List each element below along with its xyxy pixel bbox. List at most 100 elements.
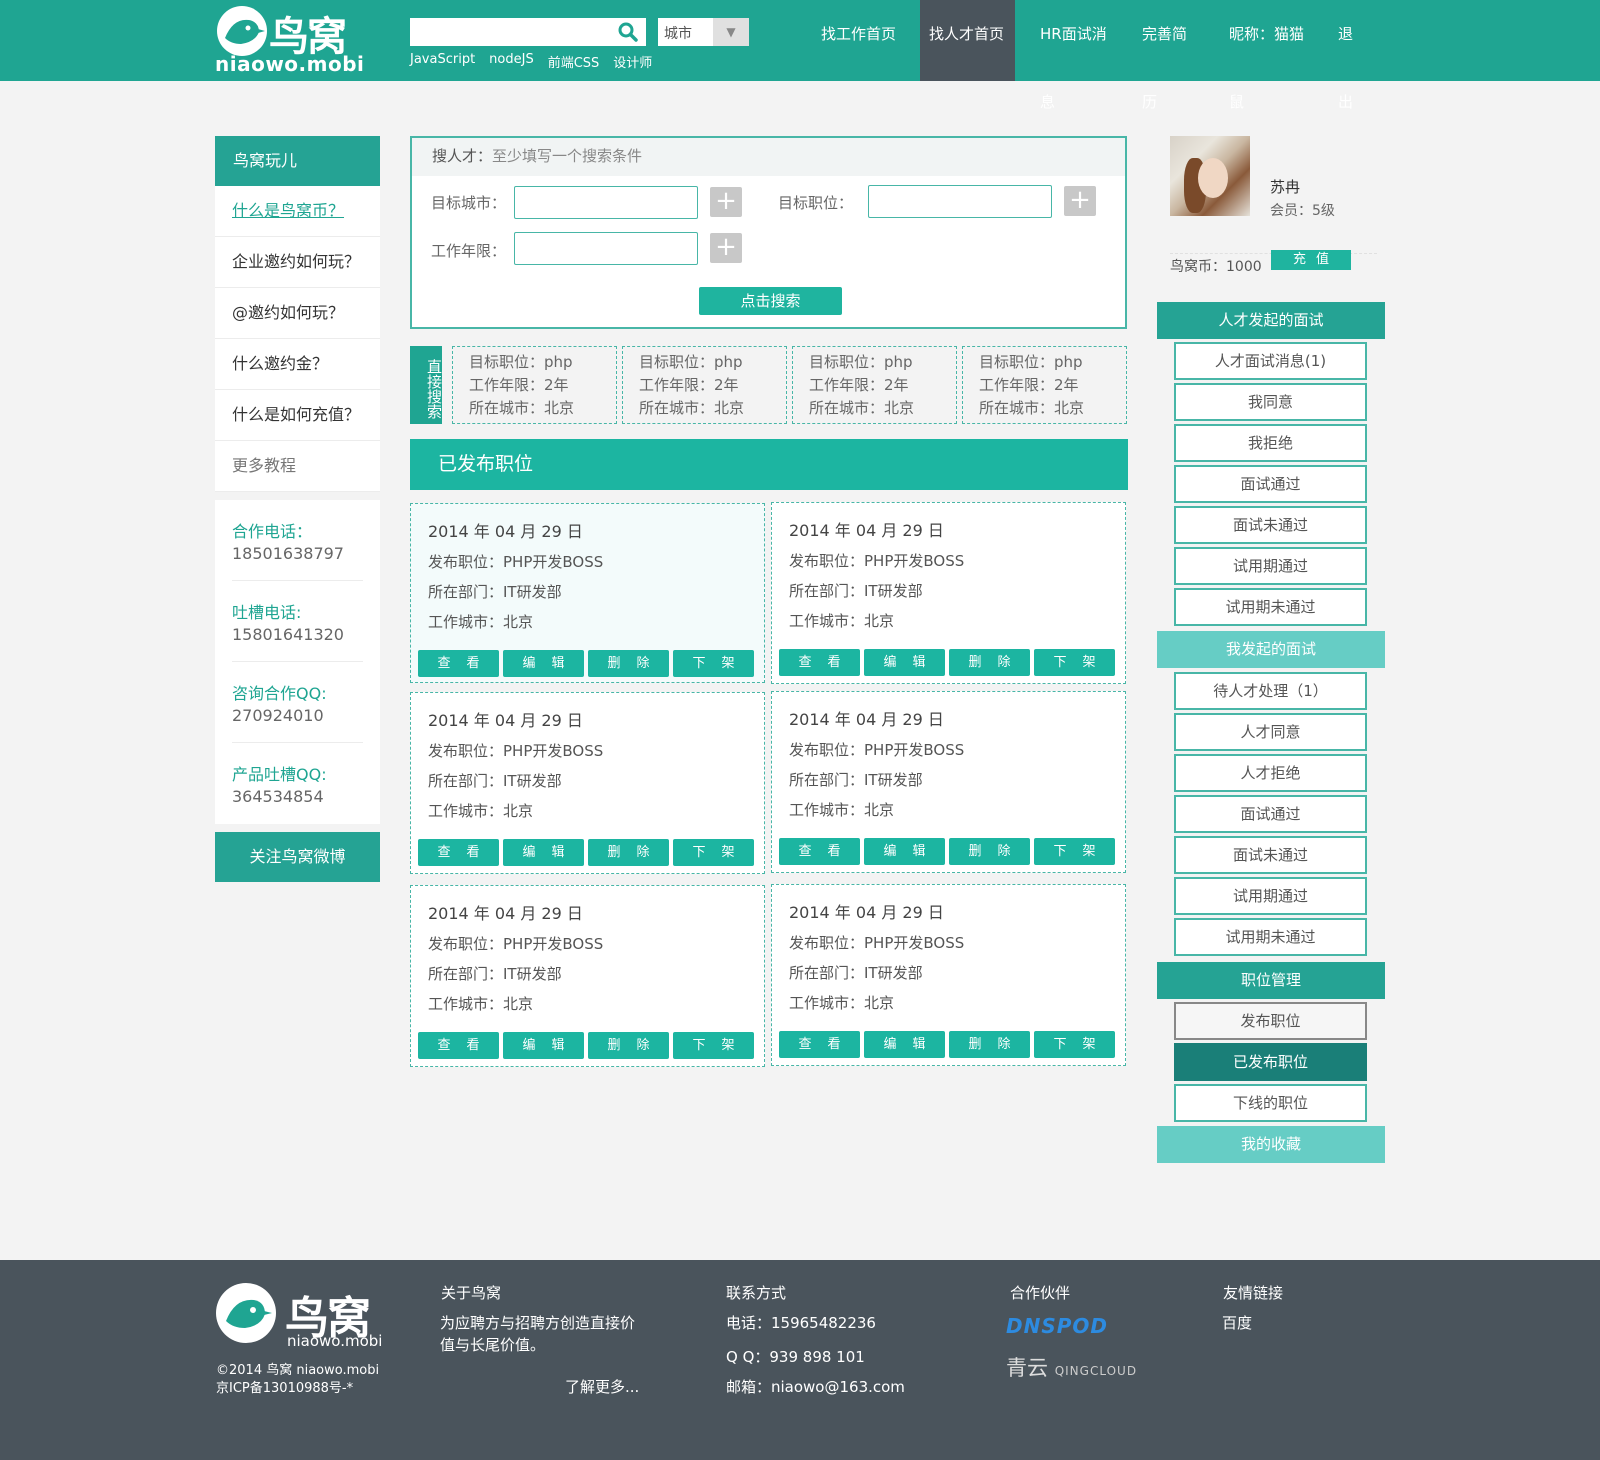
direct-years: 工作年限：2年: [979, 376, 1079, 394]
hot-tag[interactable]: 设计师: [613, 52, 652, 71]
menu-item[interactable]: 试用期通过: [1174, 547, 1367, 585]
edit-button[interactable]: 编辑: [503, 1032, 584, 1059]
menu-item[interactable]: 发布职位: [1174, 1002, 1367, 1040]
direct-search-card[interactable]: 目标职位：php 工作年限：2年 所在城市：北京: [452, 346, 617, 424]
footer-logo[interactable]: 鸟窝 niaowo.mobi: [215, 1282, 382, 1352]
menu-item[interactable]: 我同意: [1174, 383, 1367, 421]
add-years-button[interactable]: +: [710, 233, 742, 263]
tutorial-link[interactable]: 什么邀约金？: [215, 339, 380, 390]
target-city-input[interactable]: [514, 186, 698, 219]
edit-button[interactable]: 编辑: [864, 838, 945, 865]
nav-nickname[interactable]: 昵称：猫猫鼠: [1210, 0, 1325, 111]
add-position-button[interactable]: +: [1064, 186, 1096, 216]
unpublish-button[interactable]: 下架: [673, 839, 754, 866]
hot-tag[interactable]: nodeJS: [489, 52, 534, 71]
follow-weibo-button[interactable]: 关注鸟窝微博: [215, 832, 380, 882]
delete-button[interactable]: 删除: [588, 1032, 669, 1059]
recharge-button[interactable]: 充值: [1271, 250, 1351, 270]
delete-button[interactable]: 删除: [949, 1031, 1030, 1058]
menu-item[interactable]: 我拒绝: [1174, 424, 1367, 462]
view-button[interactable]: 查看: [779, 838, 860, 865]
tutorial-link[interactable]: @邀约如何玩？: [215, 288, 380, 339]
job-city: 工作城市：北京: [789, 801, 895, 819]
qingcloud-logo[interactable]: 青云 QINGCLOUD: [1006, 1352, 1137, 1382]
search-input[interactable]: [410, 18, 610, 46]
links-title: 友情链接: [1223, 1284, 1284, 1302]
talent-interviews-header[interactable]: 人才发起的面试: [1157, 302, 1385, 339]
nav-logout[interactable]: 退出: [1325, 0, 1375, 111]
menu-item[interactable]: 下线的职位: [1174, 1084, 1367, 1122]
tutorial-link[interactable]: 企业邀约如何玩？: [215, 237, 380, 288]
view-button[interactable]: 查看: [418, 839, 499, 866]
unpublish-button[interactable]: 下架: [1034, 838, 1115, 865]
nav-find-talent[interactable]: 找人才首页: [920, 0, 1015, 81]
search-button[interactable]: [610, 18, 646, 46]
job-position: 发布职位：PHP开发BOSS: [789, 741, 965, 759]
job-management-header[interactable]: 职位管理: [1157, 962, 1385, 999]
hot-tag[interactable]: JavaScript: [410, 52, 475, 71]
hot-tag[interactable]: 前端CSS: [548, 52, 600, 71]
edit-button[interactable]: 编辑: [864, 649, 945, 676]
delete-button[interactable]: 删除: [588, 650, 669, 677]
edit-button[interactable]: 编辑: [503, 839, 584, 866]
delete-button[interactable]: 删除: [588, 839, 669, 866]
menu-item-active[interactable]: 已发布职位: [1174, 1043, 1367, 1081]
menu-item[interactable]: 面试未通过: [1174, 506, 1367, 544]
my-interviews-header[interactable]: 我发起的面试: [1157, 631, 1385, 668]
nav-hr-interview[interactable]: HR面试消息: [1015, 0, 1128, 111]
job-city: 工作城市：北京: [428, 802, 534, 820]
menu-item[interactable]: 人才拒绝: [1174, 754, 1367, 792]
avatar[interactable]: [1170, 136, 1250, 216]
menu-item[interactable]: 面试通过: [1174, 465, 1367, 503]
menu-item[interactable]: 面试未通过: [1174, 836, 1367, 874]
edit-button[interactable]: 编辑: [503, 650, 584, 677]
view-button[interactable]: 查看: [418, 650, 499, 677]
job-date: 2014 年 04 月 29 日: [789, 521, 944, 540]
search-submit-button[interactable]: 点击搜索: [699, 287, 842, 315]
menu-item[interactable]: 人才面试消息(1): [1174, 342, 1367, 380]
link-baidu[interactable]: 百度: [1222, 1312, 1252, 1334]
about-more-link[interactable]: 了解更多...: [565, 1376, 639, 1398]
delete-button[interactable]: 删除: [949, 649, 1030, 676]
user-level: 会员：5级: [1270, 203, 1335, 219]
view-button[interactable]: 查看: [779, 649, 860, 676]
delete-button[interactable]: 删除: [949, 838, 1030, 865]
add-city-button[interactable]: +: [710, 187, 742, 217]
work-years-input[interactable]: [514, 232, 698, 265]
tutorial-link[interactable]: 什么是如何充值？: [215, 390, 380, 441]
unpublish-button[interactable]: 下架: [673, 1032, 754, 1059]
view-button[interactable]: 查看: [779, 1031, 860, 1058]
tutorial-link[interactable]: 什么是鸟窝币？: [215, 186, 380, 237]
menu-item[interactable]: 试用期未通过: [1174, 588, 1367, 626]
favorites-header[interactable]: 我的收藏: [1157, 1126, 1385, 1163]
job-date: 2014 年 04 月 29 日: [789, 903, 944, 922]
menu-item[interactable]: 待人才处理（1）: [1174, 672, 1367, 710]
direct-search-card[interactable]: 目标职位：php 工作年限：2年 所在城市：北京: [962, 346, 1127, 424]
menu-item[interactable]: 人才同意: [1174, 713, 1367, 751]
logo[interactable]: 鸟窝 niaowo.mobi: [215, 2, 375, 78]
direct-search-card[interactable]: 目标职位：php 工作年限：2年 所在城市：北京: [792, 346, 957, 424]
nav-resume[interactable]: 完善简历: [1128, 0, 1210, 111]
more-tutorials-link[interactable]: 更多教程: [215, 441, 380, 492]
job-card: 2014 年 04 月 29 日 发布职位：PHP开发BOSS 所在部门：IT研…: [410, 692, 765, 874]
target-position-input[interactable]: [868, 185, 1052, 218]
view-button[interactable]: 查看: [418, 1032, 499, 1059]
unpublish-button[interactable]: 下架: [1034, 1031, 1115, 1058]
chevron-down-icon[interactable]: ▼: [713, 18, 749, 46]
menu-item[interactable]: 面试通过: [1174, 795, 1367, 833]
city-select[interactable]: 城市 ▼: [658, 18, 749, 46]
direct-position: 目标职位：php: [809, 353, 913, 371]
published-jobs-header: 已发布职位: [410, 439, 1128, 490]
edit-button[interactable]: 编辑: [864, 1031, 945, 1058]
job-actions: 查看 编辑 删除 下架: [779, 649, 1115, 676]
job-date: 2014 年 04 月 29 日: [428, 904, 583, 923]
menu-item[interactable]: 试用期未通过: [1174, 918, 1367, 956]
direct-search-card[interactable]: 目标职位：php 工作年限：2年 所在城市：北京: [622, 346, 787, 424]
top-header: 鸟窝 niaowo.mobi 城市 ▼ JavaScript nodeJS 前端…: [0, 0, 1600, 111]
menu-item[interactable]: 试用期通过: [1174, 877, 1367, 915]
nav-find-job[interactable]: 找工作首页: [812, 0, 920, 81]
dnspod-logo[interactable]: DNSPOD: [1006, 1314, 1108, 1338]
unpublish-button[interactable]: 下架: [1034, 649, 1115, 676]
job-card: 2014 年 04 月 29 日 发布职位：PHP开发BOSS 所在部门：IT研…: [410, 885, 765, 1067]
unpublish-button[interactable]: 下架: [673, 650, 754, 677]
